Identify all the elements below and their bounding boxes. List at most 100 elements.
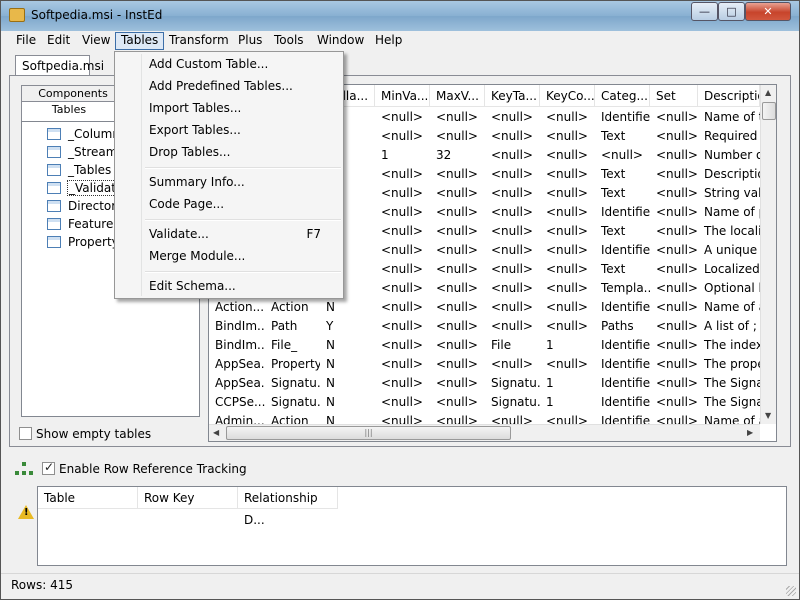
grid-cell[interactable]: Identifier xyxy=(595,298,650,317)
tree-item-feature[interactable]: Feature xyxy=(47,215,114,233)
grid-cell[interactable]: The index i xyxy=(698,336,760,355)
grid-cell[interactable]: Paths xyxy=(595,317,650,336)
grid-cell[interactable]: <null> xyxy=(375,317,430,336)
grid-cell[interactable]: N xyxy=(320,374,375,393)
vertical-scrollbar[interactable]: ▲ ▼ xyxy=(760,85,776,424)
grid-cell[interactable]: <null> xyxy=(375,241,430,260)
grid-cell[interactable]: 32 xyxy=(430,146,485,165)
grid-cell[interactable]: <null> xyxy=(375,355,430,374)
grid-cell[interactable]: Action xyxy=(265,298,320,317)
grid-cell[interactable]: <null> xyxy=(485,355,540,374)
grid-cell[interactable]: Name of ta xyxy=(698,108,760,127)
grid-cell[interactable]: <null> xyxy=(650,108,698,127)
checkbox-icon[interactable] xyxy=(42,460,55,475)
grid-cell[interactable]: Property xyxy=(265,355,320,374)
grid-cell[interactable]: N xyxy=(320,298,375,317)
grid-header-cell[interactable]: KeyTa... xyxy=(485,85,540,107)
grid-cell[interactable]: <null> xyxy=(540,241,595,260)
menu-item-code-page[interactable]: Code Page... xyxy=(117,193,341,215)
grid-cell[interactable]: 1 xyxy=(375,146,430,165)
grid-cell[interactable]: <null> xyxy=(375,203,430,222)
resize-grip-icon[interactable] xyxy=(786,586,796,596)
grid-cell[interactable]: <null> xyxy=(650,260,698,279)
table-row[interactable]: BindIm... Path Y <null> <null> <null> <null> Pa… xyxy=(209,317,760,336)
grid-cell[interactable]: <null> xyxy=(485,317,540,336)
ref-header-row-key[interactable]: Row Key xyxy=(138,487,238,509)
grid-cell[interactable]: <null> xyxy=(430,298,485,317)
grid-cell[interactable]: <null> xyxy=(540,184,595,203)
title-bar[interactable]: Softpedia.msi - InstEd — □ ✕ xyxy=(1,1,799,31)
grid-cell[interactable]: <null> xyxy=(430,241,485,260)
grid-cell[interactable]: Optional lo xyxy=(698,279,760,298)
grid-cell[interactable]: 1 xyxy=(540,374,595,393)
table-row[interactable]: AppSea...Signatu...N<null><null>Signatu.… xyxy=(209,374,760,393)
grid-cell[interactable]: <null> xyxy=(650,222,698,241)
tree-item-tables[interactable]: _Tables xyxy=(47,161,112,179)
grid-cell[interactable]: Identifier xyxy=(595,393,650,412)
grid-cell[interactable]: Signatu... xyxy=(485,393,540,412)
menu-item-edit-schema[interactable]: Edit Schema... xyxy=(117,275,341,297)
grid-cell[interactable]: <null> xyxy=(375,393,430,412)
menu-item-add-custom-table[interactable]: Add Custom Table... xyxy=(117,53,341,75)
grid-cell[interactable]: Identifier xyxy=(595,374,650,393)
grid-cell[interactable]: <null> xyxy=(375,165,430,184)
grid-cell[interactable]: <null> xyxy=(650,279,698,298)
grid-cell[interactable]: Name of p xyxy=(698,203,760,222)
menu-tables[interactable]: Tables xyxy=(115,32,165,50)
grid-cell[interactable]: The Signat xyxy=(698,393,760,412)
grid-cell[interactable]: <null> xyxy=(485,165,540,184)
grid-cell[interactable]: <null> xyxy=(650,393,698,412)
menu-tools[interactable]: Tools xyxy=(269,32,309,50)
grid-cell[interactable]: Text xyxy=(595,222,650,241)
scroll-left-icon[interactable]: ◀ xyxy=(213,428,219,437)
grid-cell[interactable]: <null> xyxy=(430,165,485,184)
grid-cell[interactable]: <null> xyxy=(540,222,595,241)
menu-window[interactable]: Window xyxy=(312,32,369,50)
grid-cell[interactable]: <null> xyxy=(650,146,698,165)
minimize-button[interactable]: — xyxy=(691,2,718,21)
grid-header-cell[interactable]: KeyCo... xyxy=(540,85,595,107)
grid-cell[interactable]: Y xyxy=(320,317,375,336)
grid-cell[interactable]: <null> xyxy=(375,108,430,127)
grid-cell[interactable]: <null> xyxy=(540,317,595,336)
grid-cell[interactable]: <null> xyxy=(430,184,485,203)
grid-cell[interactable]: File xyxy=(485,336,540,355)
grid-cell[interactable]: <null> xyxy=(485,203,540,222)
grid-cell[interactable]: <null> xyxy=(540,279,595,298)
grid-cell[interactable]: Identifier xyxy=(595,355,650,374)
grid-cell[interactable]: <null> xyxy=(375,184,430,203)
tree-item-property[interactable]: Property xyxy=(47,233,120,251)
table-row[interactable]: BindIm... File_ N <null> <null> File 1 Identifi… xyxy=(209,336,760,355)
grid-cell[interactable]: CCPSe... xyxy=(209,393,265,412)
grid-cell[interactable]: <null> xyxy=(430,127,485,146)
menu-item-export-tables[interactable]: Export Tables... xyxy=(117,119,341,141)
grid-cell[interactable]: <null> xyxy=(650,336,698,355)
grid-cell[interactable]: The proper xyxy=(698,355,760,374)
grid-cell[interactable]: AppSea... xyxy=(209,374,265,393)
grid-cell[interactable]: <null> xyxy=(375,127,430,146)
grid-cell[interactable]: Action... xyxy=(209,298,265,317)
grid-cell[interactable]: <null> xyxy=(485,260,540,279)
grid-cell[interactable]: <null> xyxy=(430,355,485,374)
grid-cell[interactable]: <null> xyxy=(375,374,430,393)
grid-cell[interactable]: Signatu... xyxy=(485,374,540,393)
grid-cell[interactable]: <null> xyxy=(540,127,595,146)
grid-cell[interactable]: 1 xyxy=(540,336,595,355)
grid-cell[interactable]: <null> xyxy=(375,298,430,317)
grid-cell[interactable]: <null> xyxy=(485,222,540,241)
show-empty-tables-checkbox[interactable]: Show empty tables xyxy=(19,427,151,441)
tree-item-directory[interactable]: Directory xyxy=(47,197,124,215)
grid-cell[interactable]: AppSea... xyxy=(209,355,265,374)
checkbox-icon[interactable] xyxy=(19,427,32,440)
grid-cell[interactable]: Identifier xyxy=(595,336,650,355)
scroll-right-icon[interactable]: ▶ xyxy=(747,428,753,437)
scroll-up-icon[interactable]: ▲ xyxy=(765,88,771,97)
menu-item-drop-tables[interactable]: Drop Tables... xyxy=(117,141,341,163)
document-tab[interactable]: Softpedia.msi xyxy=(15,55,104,76)
close-button[interactable]: ✕ xyxy=(745,2,791,21)
grid-header-cell[interactable]: MaxV... xyxy=(430,85,485,107)
grid-cell[interactable]: Path xyxy=(265,317,320,336)
table-row[interactable]: Action... Action N <null> <null> <null> <null>… xyxy=(209,298,760,317)
grid-cell[interactable]: <null> xyxy=(430,260,485,279)
menu-help[interactable]: Help xyxy=(370,32,407,50)
